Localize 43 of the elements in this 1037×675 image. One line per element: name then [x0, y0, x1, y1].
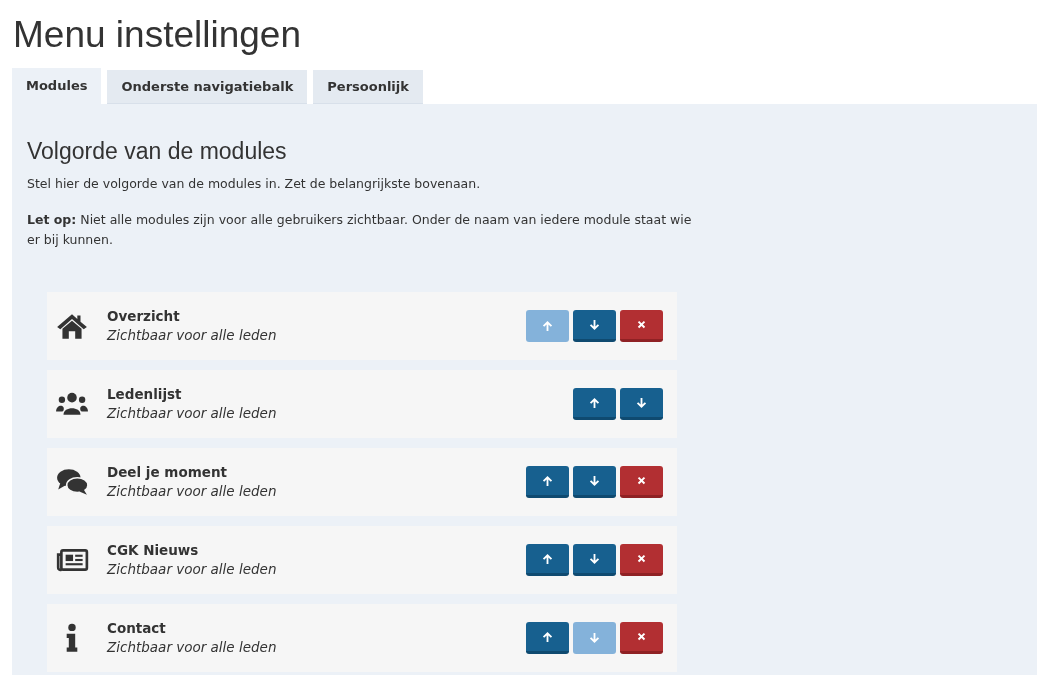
tab[interactable]: Onderste navigatiebalk	[107, 70, 308, 104]
module-name: Overzicht	[107, 307, 181, 326]
move-up-button[interactable]	[526, 544, 569, 576]
close-icon	[636, 630, 647, 643]
visibility-text: Zichtbaar voor alle leden	[107, 482, 278, 501]
arrow-up-icon	[542, 320, 553, 332]
arrow-down-icon	[589, 552, 600, 565]
arrow-down-icon	[589, 318, 600, 331]
visibility-text: Zichtbaar voor alle leden	[107, 326, 278, 345]
page-title: Menu instellingen	[12, 13, 302, 57]
visibility-text: Zichtbaar voor alle leden	[107, 638, 278, 657]
intro-text: Stel hier de volgorde van de modules in. Zet de belangrijkste bovenaan.	[27, 175, 482, 193]
arrow-up-icon	[542, 630, 553, 643]
close-icon	[636, 474, 647, 487]
arrow-down-icon	[589, 474, 600, 487]
close-icon	[636, 318, 647, 331]
note-text: Let op: Niet alle modules zijn voor alle gebruikers zichtbaar. Onder de naam van iedere module staat wie er bij kunnen.	[27, 211, 692, 249]
module-name: Contact	[107, 619, 167, 638]
remove-button[interactable]	[620, 466, 663, 498]
arrow-up-icon	[542, 552, 553, 565]
move-up-button[interactable]	[573, 388, 616, 420]
move-down-button[interactable]	[573, 310, 616, 342]
arrow-up-icon	[589, 396, 600, 409]
remove-button[interactable]	[620, 310, 663, 342]
move-down-button[interactable]	[620, 388, 663, 420]
close-icon	[636, 552, 647, 565]
tab[interactable]: Modules	[12, 68, 102, 104]
tab[interactable]: Persoonlijk	[313, 70, 423, 104]
move-down-button[interactable]	[573, 466, 616, 498]
move-up-button[interactable]	[526, 622, 569, 654]
remove-button[interactable]	[620, 544, 663, 576]
module-name: Deel je moment	[107, 463, 228, 482]
section-heading: Volgorde van de modules	[27, 138, 288, 165]
arrow-down-icon	[636, 396, 647, 409]
arrow-down-icon	[589, 632, 600, 644]
move-up-button[interactable]	[526, 466, 569, 498]
move-down-button[interactable]	[573, 544, 616, 576]
arrow-up-icon	[542, 474, 553, 487]
visibility-text: Zichtbaar voor alle leden	[107, 404, 278, 423]
module-name: Ledenlijst	[107, 385, 183, 404]
module-name: CGK Nieuws	[107, 541, 200, 560]
visibility-text: Zichtbaar voor alle leden	[107, 560, 278, 579]
remove-button[interactable]	[620, 622, 663, 654]
